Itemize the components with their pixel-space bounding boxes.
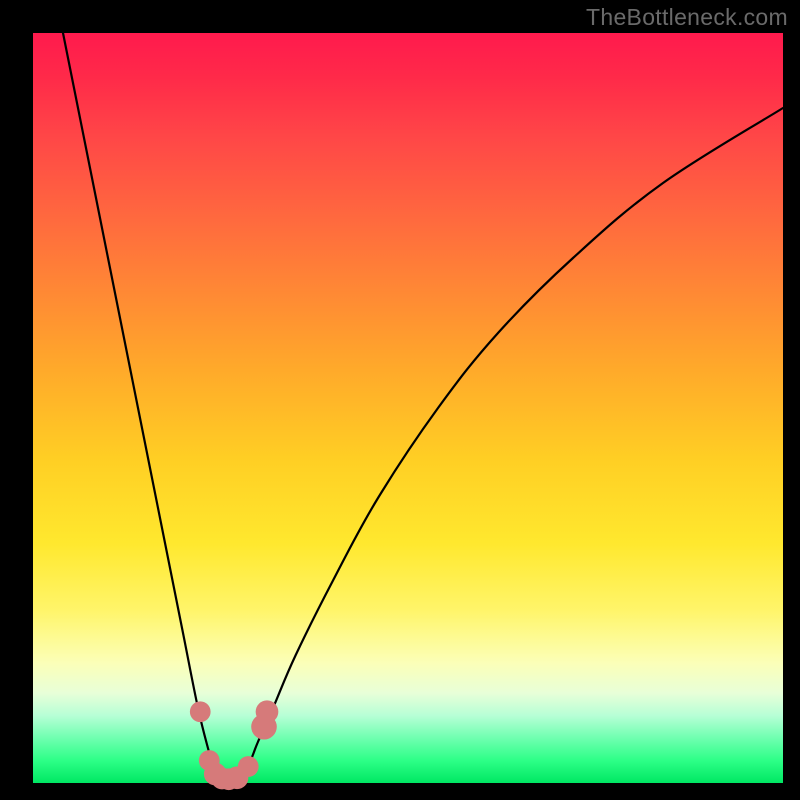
data-marker (190, 701, 211, 722)
chart-frame: TheBottleneck.com (0, 0, 800, 800)
watermark-text: TheBottleneck.com (586, 4, 788, 31)
curve-layer (33, 33, 783, 783)
data-marker (256, 700, 279, 723)
data-marker (238, 756, 259, 777)
curve-left-branch (63, 33, 221, 779)
curve-group (63, 33, 783, 779)
curve-right-branch (236, 108, 784, 779)
markers-group (190, 700, 278, 790)
plot-area (33, 33, 783, 783)
